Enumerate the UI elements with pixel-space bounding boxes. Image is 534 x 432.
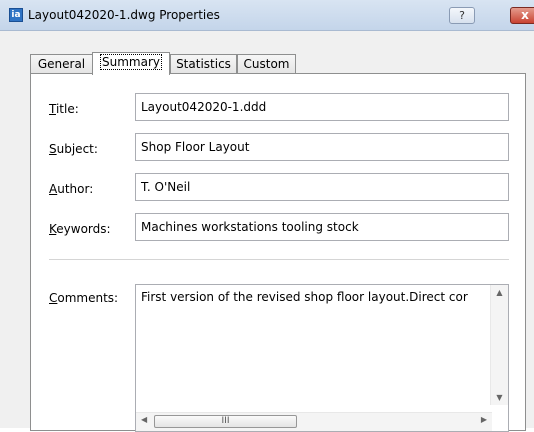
scroll-up-icon[interactable]: ▲ <box>491 288 508 297</box>
window-edge <box>526 31 534 428</box>
tab-custom[interactable]: Custom <box>237 54 296 74</box>
scroll-thumb[interactable]: III <box>154 415 297 428</box>
keywords-label: Keywords: <box>49 222 111 236</box>
comments-textarea[interactable]: First version of the revised shop floor … <box>135 284 509 432</box>
vertical-scrollbar[interactable]: ▲ ▼ <box>490 285 508 405</box>
tab-summary-label: Summary <box>100 54 162 70</box>
subject-field[interactable]: Shop Floor Layout <box>135 133 509 161</box>
comments-text: First version of the revised shop floor … <box>141 290 468 304</box>
summary-panel: Title: Layout042020-1.ddd Subject: Shop … <box>30 73 526 432</box>
title-field[interactable]: Layout042020-1.ddd <box>135 93 509 121</box>
title-label: Title: <box>49 102 79 116</box>
horizontal-scrollbar[interactable]: ◀ III ▶ <box>136 412 492 431</box>
author-field[interactable]: T. O'Neil <box>135 173 509 201</box>
help-button[interactable]: ? <box>449 7 475 24</box>
comments-label: Comments: <box>49 291 119 305</box>
title-bar[interactable]: ia Layout042020-1.dwg Properties ? x <box>0 0 534 31</box>
subject-label: Subject: <box>49 142 98 156</box>
author-label: Author: <box>49 182 94 196</box>
window-title: Layout042020-1.dwg Properties <box>28 8 220 22</box>
scroll-right-icon[interactable]: ▶ <box>481 415 487 424</box>
separator <box>49 259 509 260</box>
scroll-left-icon[interactable]: ◀ <box>141 415 147 424</box>
dwg-file-icon: ia <box>9 8 23 22</box>
keywords-field[interactable]: Machines workstations tooling stock <box>135 213 509 241</box>
tab-general[interactable]: General <box>30 54 93 74</box>
dialog-body: General Summary Statistics Custom Title:… <box>0 31 534 432</box>
close-button[interactable]: x <box>510 7 534 24</box>
tab-general-label: General <box>37 57 86 71</box>
tab-statistics-label: Statistics <box>176 57 231 71</box>
tab-statistics[interactable]: Statistics <box>170 54 237 74</box>
tab-custom-label: Custom <box>243 57 290 71</box>
tab-summary[interactable]: Summary <box>92 52 170 75</box>
scroll-down-icon[interactable]: ▼ <box>491 393 508 402</box>
